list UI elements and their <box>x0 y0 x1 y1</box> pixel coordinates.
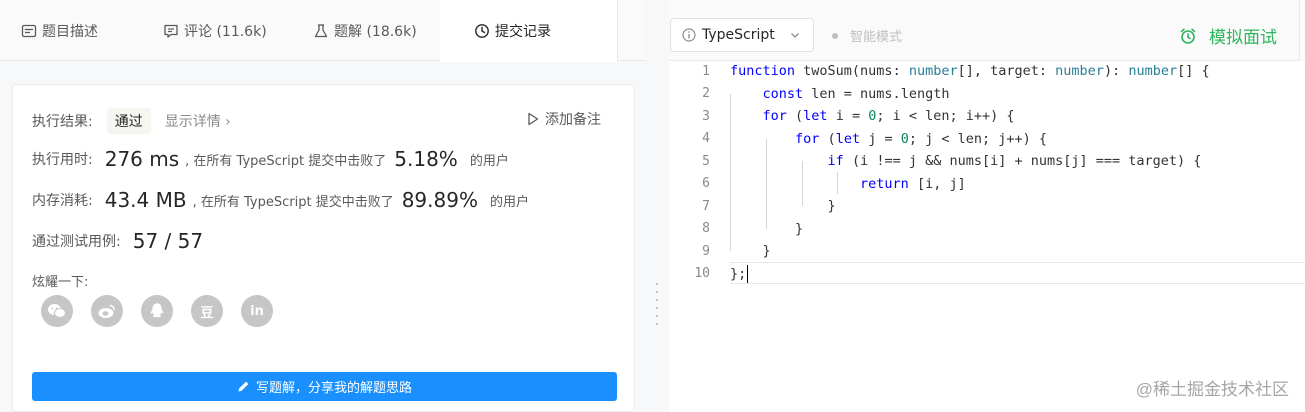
runtime-percent: 5.18% <box>394 147 458 171</box>
code-line: 10 }; <box>669 263 1305 285</box>
code-line: 4 for (let j = 0; j < len; j++) { <box>669 128 1305 150</box>
memory-percent: 89.89% <box>401 188 478 212</box>
tests-value: 57 / 57 <box>132 229 204 253</box>
memory-users: 的用户 <box>489 194 529 210</box>
mock-interview-button[interactable]: 模拟面试 <box>1179 23 1277 48</box>
play-outline-icon <box>528 112 539 126</box>
tests-label: 通过测试用例: <box>32 234 121 250</box>
write-solution-button[interactable]: 写题解，分享我的解题思路 <box>32 372 617 401</box>
code-line: 9 } <box>669 240 1305 262</box>
linkedin-glyph: in <box>250 303 264 319</box>
tab-description[interactable]: 题目描述 <box>0 0 142 61</box>
memory-value: 43.4 MB <box>104 188 187 212</box>
runtime-desc: , 在所有 TypeScript 提交中击败了 <box>185 153 387 169</box>
code-line: 1 function twoSum(nums: number[], target… <box>669 60 1305 82</box>
code-text: } <box>730 220 804 237</box>
tab-comments-label: 评论 (11.6k) <box>184 23 267 40</box>
line-number: 9 <box>702 243 710 259</box>
code-text: for (let i = 0; i < len; i++) { <box>762 108 1015 124</box>
code-line: 5 if (i !== j && nums[i] + nums[j] === t… <box>669 150 1305 172</box>
panel-resize-handle[interactable] <box>645 0 669 412</box>
document-icon <box>21 23 37 39</box>
line-number: 2 <box>702 86 710 101</box>
code-text: const len = nums.length <box>762 85 950 102</box>
code-line: 6 return [i, j] <box>669 173 1305 195</box>
social-share-list: 豆 in <box>41 295 291 327</box>
code-text: } <box>730 198 836 214</box>
flask-icon <box>313 23 329 39</box>
comment-icon <box>163 23 179 39</box>
result-label: 执行结果: <box>32 114 93 130</box>
info-icon <box>682 28 696 42</box>
code-line: 7 } <box>669 195 1305 217</box>
language-select[interactable]: TypeScript <box>670 18 814 52</box>
weibo-icon[interactable] <box>91 295 123 327</box>
linkedin-icon[interactable]: in <box>241 295 273 327</box>
alarm-clock-icon <box>1180 27 1196 44</box>
tab-solutions-label: 题解 (18.6k) <box>334 23 417 40</box>
code-text: function twoSum(nums: number[], target: … <box>730 63 1210 79</box>
runtime-users: 的用户 <box>469 153 509 169</box>
show-details-link[interactable]: 显示详情 › <box>165 111 231 131</box>
code-line: 8 } <box>669 218 1305 240</box>
pencil-icon <box>238 381 249 392</box>
code-text: } <box>730 243 771 259</box>
runtime-value: 276 ms <box>104 147 180 171</box>
text-cursor <box>747 264 749 283</box>
line-number: 8 <box>702 221 710 236</box>
smart-mode-dot-icon <box>832 32 838 39</box>
result-row: 执行结果: 通过 显示详情 › <box>32 108 231 134</box>
memory-desc: , 在所有 TypeScript 提交中击败了 <box>192 194 394 210</box>
memory-row: 内存消耗: 43.4 MB , 在所有 TypeScript 提交中击败了 89… <box>32 188 529 212</box>
tab-submissions-label: 提交记录 <box>495 23 551 40</box>
language-label: TypeScript <box>702 27 775 43</box>
line-number: 7 <box>702 198 710 214</box>
wechat-icon[interactable] <box>41 295 73 327</box>
watermark: @稀土掘金技术社区 <box>1135 380 1289 399</box>
status-badge: 通过 <box>106 108 151 134</box>
chevron-down-icon <box>791 33 799 38</box>
line-number: 1 <box>702 63 710 79</box>
smart-mode-toggle[interactable]: 智能模式 <box>832 26 902 45</box>
line-number: 4 <box>702 131 710 146</box>
smart-mode-label: 智能模式 <box>850 30 903 45</box>
tests-row: 通过测试用例: 57 / 57 <box>32 229 203 253</box>
code-text: return [i, j] <box>860 175 966 192</box>
write-solution-label: 写题解，分享我的解题思路 <box>255 381 412 396</box>
code-text: }; <box>730 264 749 283</box>
runtime-label: 执行用时: <box>32 152 93 168</box>
drag-dots-icon <box>656 283 658 331</box>
code-line: 3 for (let i = 0; i < len; i++) { <box>669 105 1305 127</box>
share-label: 炫耀一下: <box>32 275 89 290</box>
add-note-button[interactable]: 添加备注 <box>527 109 601 129</box>
code-text: for (let j = 0; j < len; j++) { <box>795 130 1048 147</box>
tab-solutions[interactable]: 题解 (18.6k) <box>290 0 440 61</box>
tab-bar: 题目描述 评论 (11.6k) 题解 (18.6k) 提交记录 <box>0 0 645 62</box>
tab-comments[interactable]: 评论 (11.6k) <box>142 0 290 61</box>
tab-submissions[interactable]: 提交记录 <box>440 0 617 62</box>
douban-icon[interactable]: 豆 <box>191 295 223 327</box>
left-panel: 题目描述 评论 (11.6k) 题解 (18.6k) 提交记录 执行结果: 通过… <box>0 0 645 412</box>
code-text: if (i !== j && nums[i] + nums[j] === tar… <box>827 153 1202 169</box>
code-line: 2 const len = nums.length <box>669 83 1305 105</box>
tab-description-label: 题目描述 <box>42 23 98 40</box>
editor-toolbar: TypeScript 智能模式 模拟面试 <box>669 0 1305 61</box>
code-editor[interactable]: 1 function twoSum(nums: number[], target… <box>669 61 1305 412</box>
line-number: 6 <box>702 176 710 191</box>
qq-icon[interactable] <box>141 295 173 327</box>
line-number: 3 <box>702 108 710 124</box>
memory-label: 内存消耗: <box>32 193 93 209</box>
runtime-row: 执行用时: 276 ms , 在所有 TypeScript 提交中击败了 5.1… <box>32 147 509 171</box>
submission-result-card: 执行结果: 通过 显示详情 › 添加备注 执行用时: 276 ms , 在所有 … <box>12 84 635 412</box>
tab-bar-filler <box>617 0 645 60</box>
line-number: 5 <box>702 153 710 169</box>
clock-icon <box>474 23 490 39</box>
add-note-label: 添加备注 <box>545 112 601 128</box>
mock-interview-label: 模拟面试 <box>1209 28 1277 48</box>
line-number: 10 <box>694 266 710 281</box>
editor-panel: TypeScript 智能模式 模拟面试 1 function twoSum(n… <box>669 0 1305 412</box>
douban-glyph: 豆 <box>200 305 214 321</box>
toolbar-edge <box>1299 0 1305 61</box>
